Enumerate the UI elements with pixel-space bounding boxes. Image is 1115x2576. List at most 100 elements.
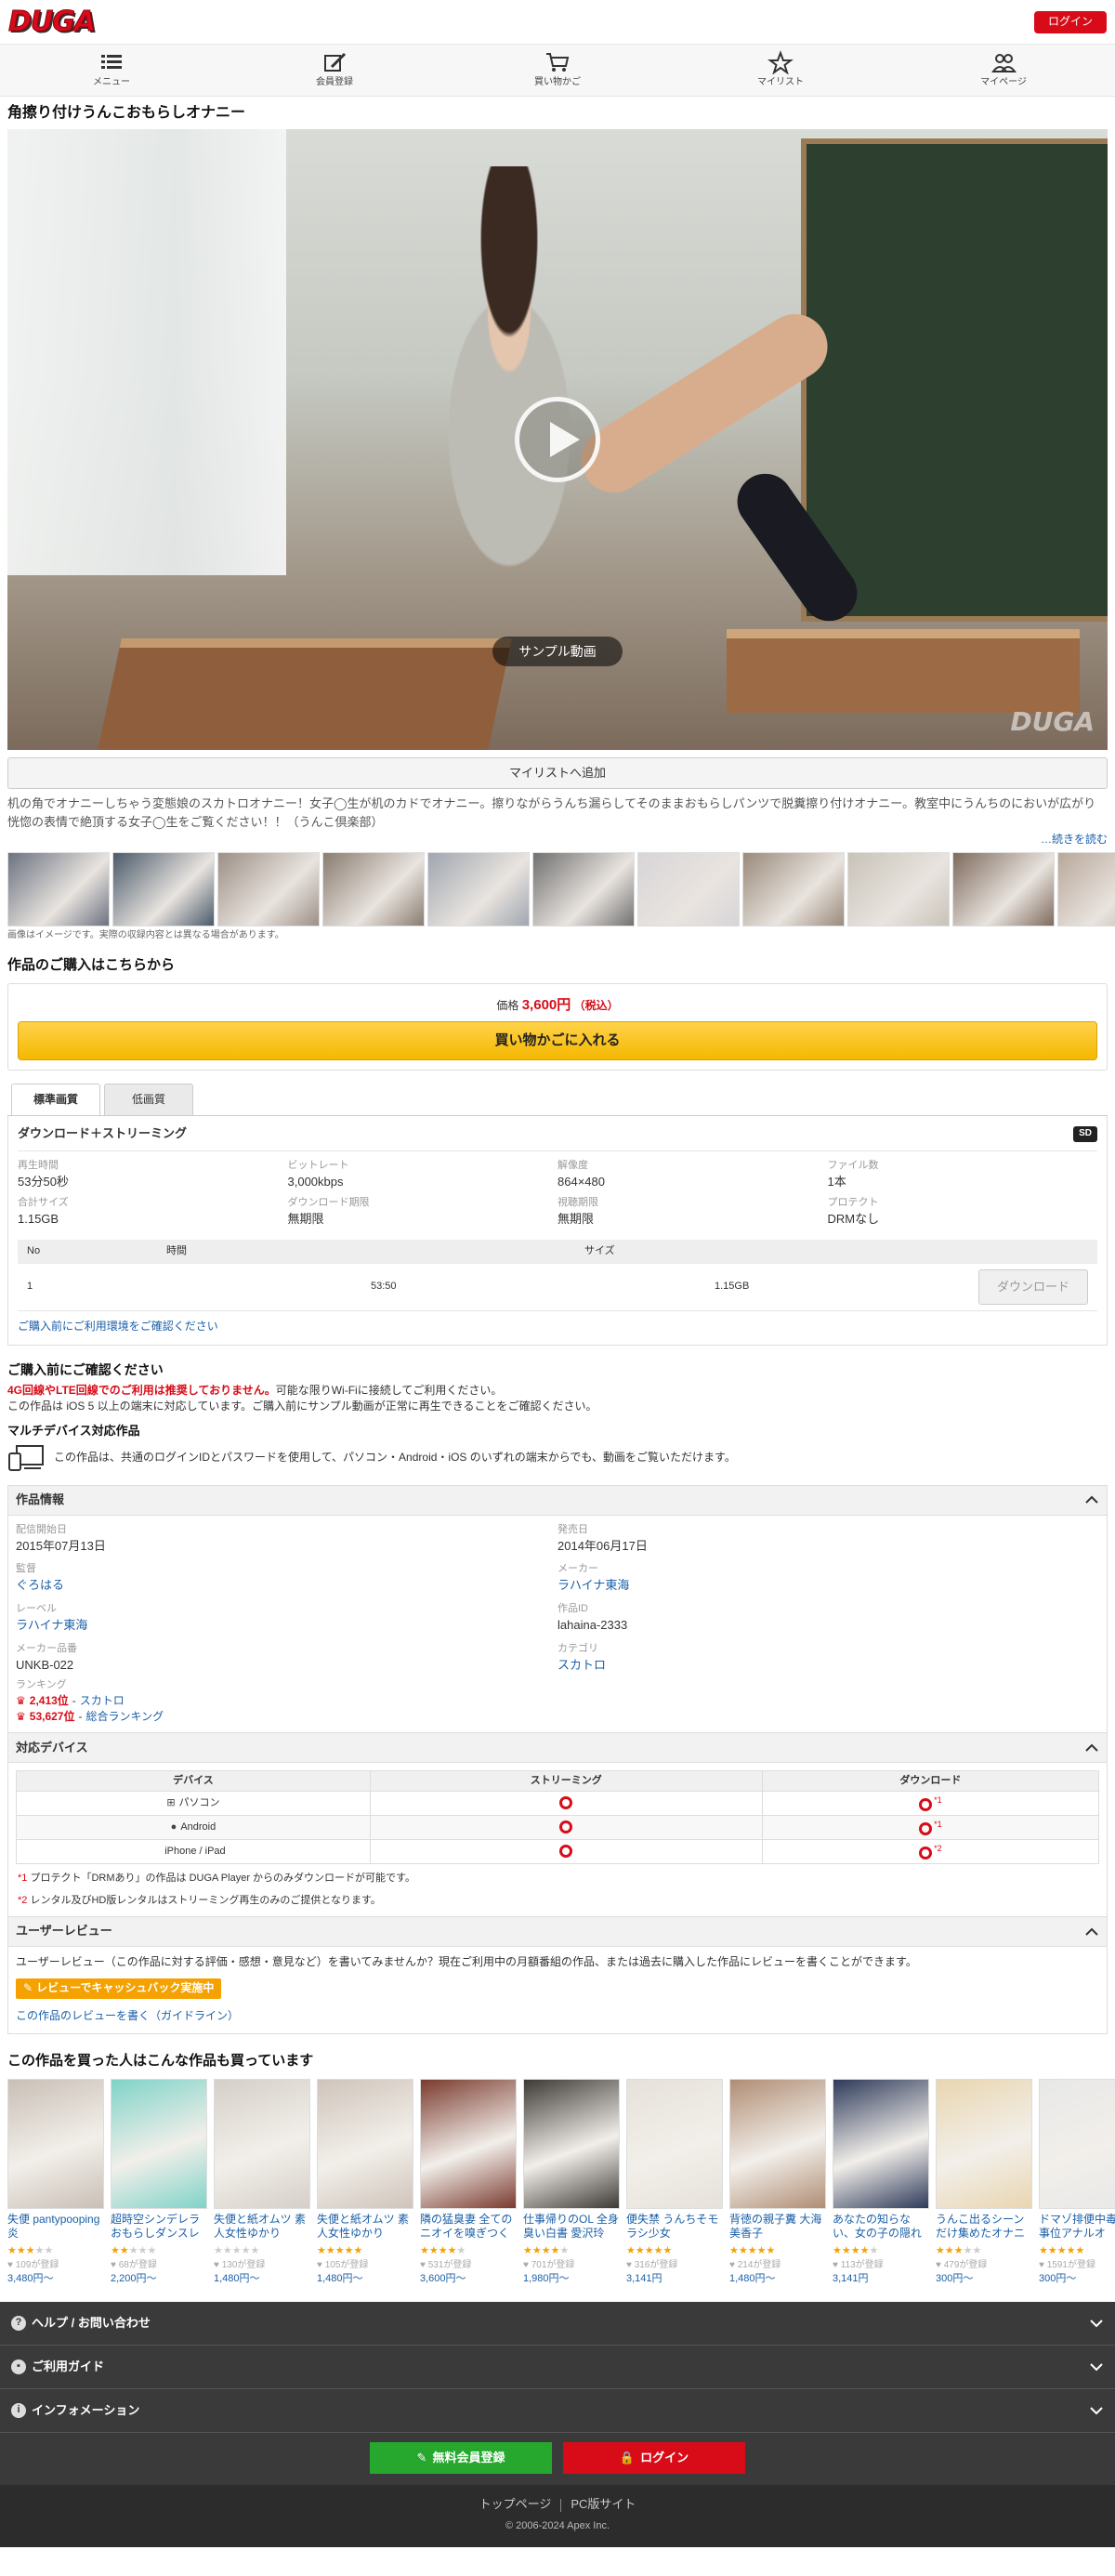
favorite-count: ♥ 109が登録 (7, 2259, 104, 2273)
top-page-link[interactable]: トップページ (479, 2496, 552, 2514)
product-cover[interactable] (214, 2078, 310, 2209)
footer-login-button[interactable]: 🔒 ログイン (563, 2442, 745, 2475)
product-cover[interactable] (833, 2078, 929, 2209)
spec-item: プロテクト DRMなし (828, 1196, 1098, 1229)
product-title[interactable]: 失便と紙オムツ 素人女性ゆかり (317, 2213, 413, 2242)
purchase-heading: 作品のご購入はこちらから (7, 957, 176, 974)
footer-accordion-info[interactable]: i インフォメーション (0, 2389, 1115, 2434)
add-to-mylist-button[interactable]: マイリストへ追加 (7, 757, 1108, 790)
related-product-card[interactable]: 背徳の親子糞 大海美香子 ★★★★★ ♥ 214が登録 1,480円〜 (729, 2078, 826, 2287)
product-title[interactable]: 便失禁 うんちそモラシ少女 (626, 2213, 723, 2242)
multi-device-heading: マルチデバイス対応作品 (7, 1423, 140, 1438)
sample-thumbnail[interactable] (7, 851, 110, 927)
sample-thumbnail[interactable] (217, 851, 320, 927)
duga-logo[interactable]: DUGA (7, 6, 96, 39)
pc-site-link[interactable]: PC版サイト (571, 2496, 636, 2514)
nav-item-register[interactable]: 会員登録 (223, 45, 446, 96)
favorite-count-text: 701が登録 (531, 2259, 575, 2270)
devices-header[interactable]: 対応デバイス (8, 1733, 1107, 1764)
streaming-cell (369, 1815, 763, 1841)
favorite-count-text: 109が登録 (15, 2259, 59, 2270)
cashback-badge[interactable]: ✎ レビューでキャッシュバック実施中 (16, 1978, 222, 1999)
product-cover[interactable] (420, 2078, 517, 2209)
related-product-card[interactable]: ドマゾ排便中毒 執事位アナルオ★★★★★♥ 1591が登録300円〜 (1039, 2078, 1115, 2287)
product-title[interactable]: 失便 pantypooping 炎 (7, 2213, 104, 2242)
product-title[interactable]: 仕事帰りのOL 全身臭い白書 愛沢玲 (523, 2213, 620, 2242)
nav-item-menu[interactable]: メニュー (0, 45, 223, 96)
footer-accordion-help[interactable]: ? ヘルプ / お問い合わせ (0, 2302, 1115, 2346)
nav-item-users[interactable]: マイページ (892, 45, 1115, 96)
related-product-card[interactable]: 失便 pantypooping 炎 ★★★★★ ♥ 109が登録 3,480円〜 (7, 2078, 104, 2287)
rank-1-category[interactable]: スカトロ (80, 1693, 125, 1709)
sample-thumbnail[interactable] (112, 851, 215, 927)
rating-stars: ★★★★★ (317, 2244, 363, 2256)
info-label: 監督 (16, 1563, 36, 1575)
related-product-card[interactable]: あなたの知らない、女の子の隠れ ★★★★★ ♥ 113が登録 3,141円 (833, 2078, 929, 2287)
sample-thumbnail[interactable] (427, 851, 530, 927)
related-product-card[interactable]: 隣の猛臭妻 全ての ニオイを嗅ぎつく ★★★★★ ♥ 531が登録 3,600円〜 (420, 2078, 517, 2287)
footer-accordion-guide[interactable]: ▪ ご利用ガイド (0, 2346, 1115, 2390)
write-review-link[interactable]: この作品のレビューを書く（ガイドライン） (8, 2003, 1107, 2033)
sample-thumbnail[interactable] (322, 851, 425, 927)
play-icon[interactable] (515, 397, 600, 483)
spec-label: ファイル数 (827, 1159, 879, 1171)
product-title[interactable]: うんこ出るシーンだけ集めたオナニ (936, 2213, 1032, 2242)
info-value[interactable]: ぐろはる (16, 1577, 558, 1595)
rating-stars: ★★★★★ (420, 2244, 466, 2256)
rank-2-category[interactable]: 総合ランキング (85, 1709, 164, 1725)
product-title[interactable]: 隣の猛臭妻 全ての ニオイを嗅ぎつく (420, 2213, 517, 2242)
product-title[interactable]: あなたの知らない、女の子の隠れ (833, 2213, 929, 2242)
spec-label: ダウンロード期限 (287, 1197, 370, 1209)
video-player[interactable]: サンプル動画 DUGA (7, 129, 1108, 751)
info-icon: i (11, 2403, 26, 2419)
favorite-count: ♥ 214が登録 (729, 2259, 826, 2273)
product-cover[interactable] (111, 2078, 207, 2209)
download-button[interactable]: ダウンロード (978, 1269, 1088, 1306)
sample-thumbnail[interactable] (742, 851, 845, 927)
rating-stars: ★★★★★ (729, 2244, 776, 2256)
related-product-card[interactable]: 仕事帰りのOL 全身臭い白書 愛沢玲 ★★★★★ ♥ 701が登録 1,980円〜 (523, 2078, 620, 2287)
product-info-header[interactable]: 作品情報 (8, 1485, 1107, 1516)
product-cover[interactable] (626, 2078, 723, 2209)
environment-check-link[interactable]: ご購入前にご利用環境をご確認ください (18, 1319, 1097, 1334)
info-value[interactable]: ラハイナ東海 (558, 1577, 1099, 1595)
sample-thumbnail[interactable] (532, 851, 635, 927)
related-product-card[interactable]: 便失禁 うんちそモラシ少女 ★★★★★ ♥ 316が登録 3,141円 (626, 2078, 723, 2287)
tab-low-quality[interactable]: 低画質 (104, 1083, 193, 1115)
product-info-panel: 作品情報 配信開始日 2015年07月13日 発売日 2014年06月17日 監督 ぐろは… (7, 1484, 1108, 1734)
read-more-link[interactable]: …続きを読む (1041, 833, 1108, 846)
nav-item-cart[interactable]: 買い物かご (446, 45, 669, 96)
info-value[interactable]: スカトロ (558, 1657, 1099, 1675)
product-title[interactable]: 超時空シンデレラおもらしダンスレ (111, 2213, 207, 2242)
sample-thumbnail[interactable] (1057, 851, 1115, 927)
rank-1-position: 2,413位 (29, 1693, 69, 1707)
product-title[interactable]: 背徳の親子糞 大海美香子 (729, 2213, 826, 2242)
table-row: ● Android *1 (16, 1815, 1100, 1841)
product-cover[interactable] (7, 2078, 104, 2209)
review-header[interactable]: ユーザーレビュー (8, 1917, 1107, 1948)
product-title[interactable]: 失便と紙オムツ 素人女性ゆかり (214, 2213, 310, 2242)
product-cover[interactable] (1039, 2078, 1115, 2209)
sample-thumbnail[interactable] (637, 851, 740, 927)
product-cover[interactable] (936, 2078, 1032, 2209)
related-product-card[interactable]: うんこ出るシーンだけ集めたオナニ ★★★★★ ♥ 479が登録 300円〜 (936, 2078, 1032, 2287)
login-button[interactable]: ログイン (1034, 10, 1107, 33)
sample-video-label[interactable]: サンプル動画 (492, 637, 623, 667)
product-cover[interactable] (523, 2078, 620, 2209)
related-product-card[interactable]: 失便と紙オムツ 素人女性ゆかり ★★★★★ ♥ 130が登録 1,480円〜 (214, 2078, 310, 2287)
free-register-button[interactable]: ✎ 無料会員登録 (370, 2442, 552, 2475)
ranking-label: ランキング (16, 1678, 67, 1690)
info-value[interactable]: ラハイナ東海 (16, 1617, 558, 1635)
product-cover[interactable] (729, 2078, 826, 2209)
related-product-card[interactable]: 超時空シンデレラおもらしダンスレ ★★★★★ ♥ 68が登録 2,200円〜 (111, 2078, 207, 2287)
product-title[interactable]: ドマゾ排便中毒 執事位アナルオ (1039, 2213, 1115, 2242)
nav-item-star[interactable]: マイリスト (669, 45, 892, 96)
chevron-down-icon (1090, 2363, 1103, 2372)
spec-value[interactable]: 無期限 (288, 1211, 558, 1229)
add-to-cart-button[interactable]: 買い物かごに入れる (18, 1020, 1097, 1060)
sample-thumbnail[interactable] (952, 851, 1055, 927)
tab-standard-quality[interactable]: 標準画質 (11, 1083, 100, 1115)
product-cover[interactable] (317, 2078, 413, 2209)
related-product-card[interactable]: 失便と紙オムツ 素人女性ゆかり ★★★★★ ♥ 105が登録 1,480円〜 (317, 2078, 413, 2287)
sample-thumbnail[interactable] (847, 851, 950, 927)
